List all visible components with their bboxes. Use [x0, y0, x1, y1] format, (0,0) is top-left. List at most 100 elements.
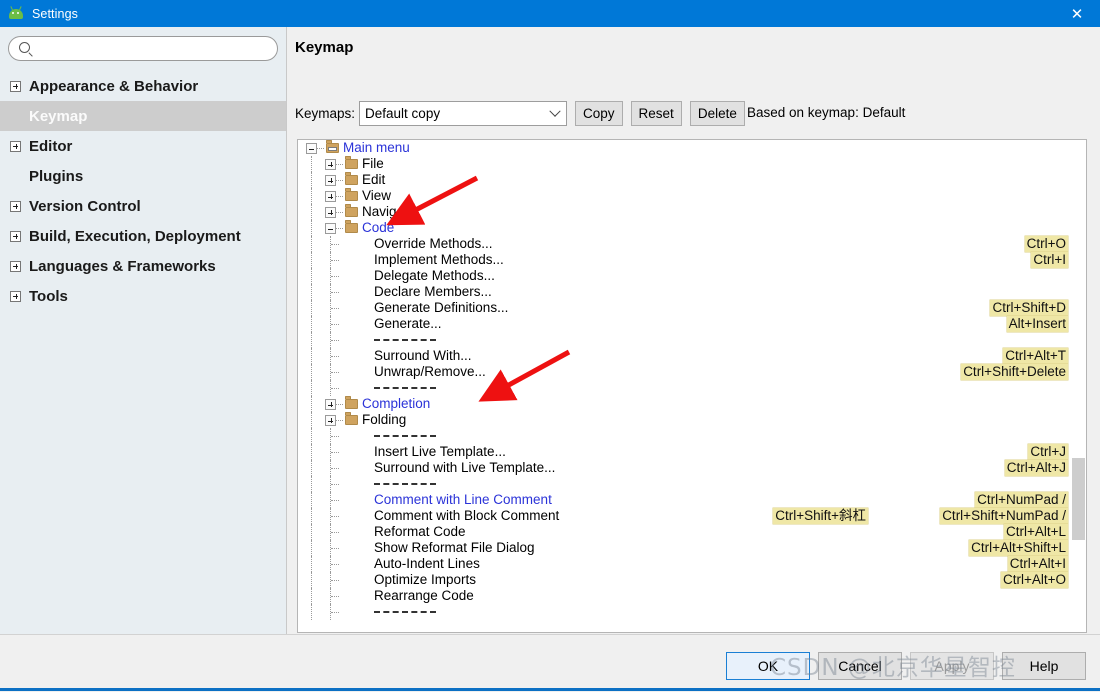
tree-row[interactable]: Folding: [298, 412, 1086, 428]
tree-collapse-icon[interactable]: [306, 143, 317, 154]
chevron-down-icon[interactable]: [544, 102, 567, 125]
tree-row[interactable]: Declare Members...: [298, 284, 1086, 300]
tree-row[interactable]: Code: [298, 220, 1086, 236]
sidebar-item-appearance-behavior[interactable]: Appearance & Behavior: [0, 71, 286, 101]
shortcut-badge: Ctrl+Alt+T: [1003, 348, 1068, 364]
tree-guide-line: [311, 300, 312, 316]
tree-guide-line: [331, 532, 339, 533]
copy-button-label: Copy: [583, 106, 615, 121]
scrollbar-thumb[interactable]: [1072, 458, 1085, 540]
tree-guide-line: [311, 348, 312, 364]
tree-separator: [374, 339, 436, 341]
expand-plus-icon[interactable]: [10, 290, 21, 302]
tree-row[interactable]: Navigate: [298, 204, 1086, 220]
tree-row[interactable]: Implement Methods... Ctrl+I: [298, 252, 1086, 268]
tree-row[interactable]: Surround with Live Template... Ctrl+Alt+J: [298, 460, 1086, 476]
keymap-tree[interactable]: Main menu File Edit View Navigate Code Overrid…: [297, 139, 1087, 633]
shortcut-badge: Ctrl+O: [1024, 236, 1068, 252]
expand-plus-icon[interactable]: [10, 260, 21, 272]
tree-row[interactable]: View: [298, 188, 1086, 204]
tree-row[interactable]: Reformat Code Ctrl+Alt+L: [298, 524, 1086, 540]
shortcut-badge: Ctrl+NumPad /: [975, 492, 1068, 508]
sidebar-item-build-execution-deployment[interactable]: Build, Execution, Deployment: [0, 221, 286, 251]
tree-row[interactable]: Unwrap/Remove... Ctrl+Shift+Delete: [298, 364, 1086, 380]
sidebar-item-label: Keymap: [29, 107, 88, 125]
tree-collapse-icon[interactable]: [325, 223, 336, 234]
tree-row[interactable]: Rearrange Code: [298, 588, 1086, 604]
tree-action-label: Reformat Code: [374, 524, 466, 539]
tree-row[interactable]: Surround With... Ctrl+Alt+T: [298, 348, 1086, 364]
tree-expand-icon[interactable]: [325, 159, 336, 170]
keymaps-row: Keymaps: Default copy Copy Reset Delete: [295, 101, 745, 126]
tree-expand-icon[interactable]: [325, 415, 336, 426]
shortcut-badge: Ctrl+Alt+I: [1007, 556, 1068, 572]
shortcut-badge: Ctrl+Alt+J: [1004, 460, 1068, 476]
expand-plus-icon[interactable]: [10, 80, 21, 92]
tree-expand-icon[interactable]: [325, 191, 336, 202]
sidebar-item-editor[interactable]: Editor: [0, 131, 286, 161]
tree-row[interactable]: Delegate Methods...: [298, 268, 1086, 284]
tree-guide-line: [311, 460, 312, 476]
tree-guide-line: [336, 212, 343, 213]
page-title: Keymap: [295, 39, 354, 56]
tree-action-label: Generate...: [374, 316, 442, 331]
tree-row[interactable]: Generate... Alt+Insert: [298, 316, 1086, 332]
tree-guide-line: [331, 564, 339, 565]
sidebar-item-tools[interactable]: Tools: [0, 281, 286, 311]
tree-row[interactable]: Override Methods... Ctrl+O: [298, 236, 1086, 252]
tree-row[interactable]: Show Reformat File Dialog Ctrl+Alt+Shift+…: [298, 540, 1086, 556]
reset-button-label: Reset: [638, 106, 674, 121]
tree-separator-row: [298, 428, 1086, 444]
tree-row[interactable]: Comment with Line Comment Ctrl+NumPad /: [298, 492, 1086, 508]
tree-action-label: Insert Live Template...: [374, 444, 506, 459]
tree-guide-line: [311, 524, 312, 540]
reset-button[interactable]: Reset: [630, 101, 682, 126]
tree-row[interactable]: Optimize Imports Ctrl+Alt+O: [298, 572, 1086, 588]
tree-row[interactable]: Edit: [298, 172, 1086, 188]
sidebar-item-keymap[interactable]: Keymap: [0, 101, 286, 131]
sidebar-item-label: Build, Execution, Deployment: [29, 227, 241, 245]
expand-plus-icon[interactable]: [10, 140, 21, 152]
tree-guide-line: [311, 572, 312, 588]
tree-guide-line: [336, 196, 343, 197]
sidebar-search[interactable]: [8, 36, 278, 61]
tree-row[interactable]: Comment with Block Comment Ctrl+Shift+Num…: [298, 508, 1086, 524]
tree-node-label: File: [362, 156, 384, 171]
tree-expand-icon[interactable]: [325, 399, 336, 410]
search-input[interactable]: [8, 36, 278, 61]
shortcut-badge-secondary: Ctrl+Shift+斜杠: [773, 508, 868, 524]
tree-guide-line: [331, 500, 339, 501]
tree-row[interactable]: File: [298, 156, 1086, 172]
shortcut-badge: Ctrl+I: [1031, 252, 1068, 268]
sidebar-item-languages-frameworks[interactable]: Languages & Frameworks: [0, 251, 286, 281]
tree-action-label: Implement Methods...: [374, 252, 504, 267]
tree-expand-icon[interactable]: [325, 175, 336, 186]
tree-guide-line: [331, 372, 339, 373]
tree-vertical-scrollbar[interactable]: [1071, 140, 1086, 630]
tree-expand-icon[interactable]: [325, 207, 336, 218]
expand-plus-icon[interactable]: [10, 230, 21, 242]
tree-row[interactable]: Auto-Indent Lines Ctrl+Alt+I: [298, 556, 1086, 572]
shortcut-badge: Ctrl+Alt+L: [1003, 524, 1068, 540]
tree-guide-line: [336, 164, 343, 165]
tree-row[interactable]: Main menu: [298, 140, 1086, 156]
close-icon[interactable]: ✕: [1054, 0, 1100, 27]
tree-action-label: Unwrap/Remove...: [374, 364, 486, 379]
tree-guide-line: [311, 332, 312, 348]
folder-icon: [344, 204, 358, 217]
tree-guide-line: [331, 548, 339, 549]
folder-icon: [344, 396, 358, 409]
tree-row[interactable]: Insert Live Template... Ctrl+J: [298, 444, 1086, 460]
tree-guide-line: [331, 468, 339, 469]
tree-separator: [374, 483, 436, 485]
keymap-select[interactable]: Default copy: [359, 101, 568, 126]
sidebar-item-plugins[interactable]: Plugins: [0, 161, 286, 191]
folder-icon: [344, 156, 358, 169]
tree-guide-line: [311, 204, 312, 220]
tree-row[interactable]: Generate Definitions... Ctrl+Shift+D: [298, 300, 1086, 316]
tree-row[interactable]: Completion: [298, 396, 1086, 412]
delete-button[interactable]: Delete: [689, 101, 745, 126]
expand-plus-icon[interactable]: [10, 200, 21, 212]
sidebar-item-version-control[interactable]: Version Control: [0, 191, 286, 221]
copy-button[interactable]: Copy: [575, 101, 623, 126]
